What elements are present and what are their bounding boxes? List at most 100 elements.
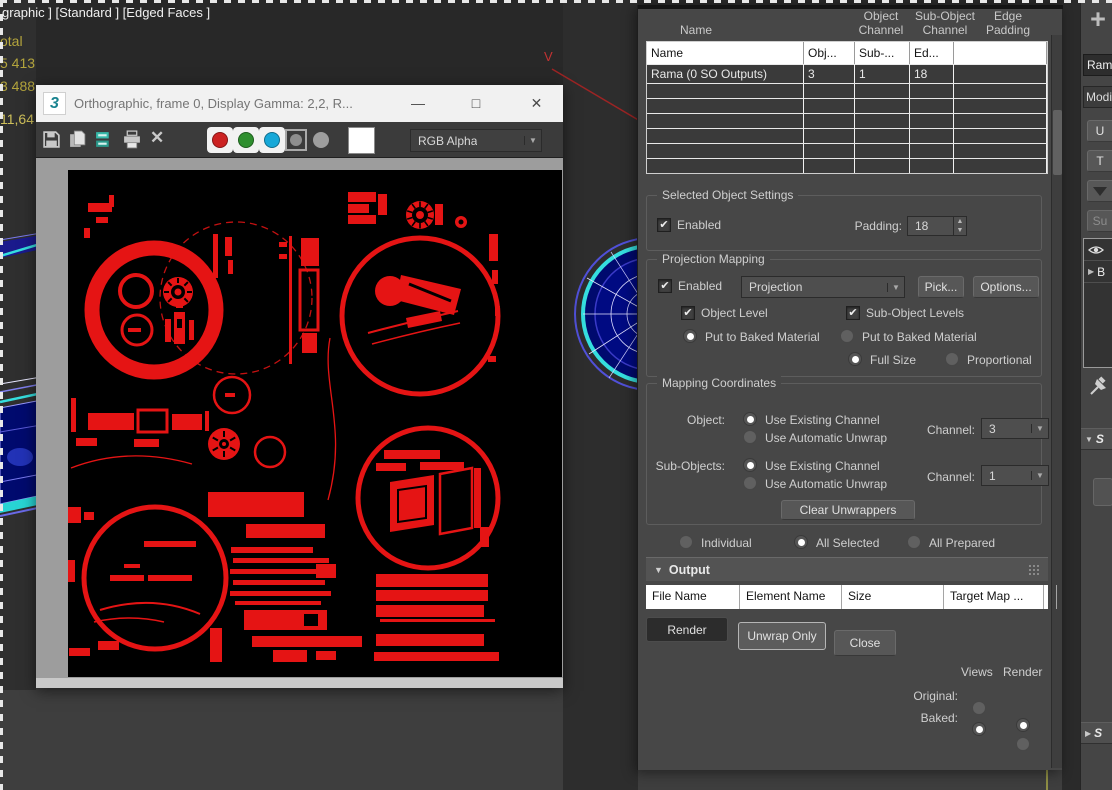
output-col-element-name[interactable]: Element Name xyxy=(740,585,842,609)
delete-icon[interactable]: ✕ xyxy=(150,128,164,148)
green-channel-toggle[interactable] xyxy=(233,127,259,153)
viewport-grid-line xyxy=(1046,770,1048,790)
output-table-header: File Name Element Name Size Target Map .… xyxy=(646,585,1057,609)
pin-stack-icon[interactable] xyxy=(1087,376,1109,403)
chevron-right-icon: ▶ xyxy=(1088,267,1095,276)
maximize-button[interactable]: □ xyxy=(456,85,496,122)
alpha-channel-toggle[interactable] xyxy=(285,129,307,151)
rollout-label: S xyxy=(1094,726,1103,740)
table-row-empty[interactable] xyxy=(647,143,1047,158)
unwrap-only-button[interactable]: Unwrap Only xyxy=(738,622,826,650)
modifier-list-dropdown[interactable]: Modif xyxy=(1083,86,1112,108)
table-header-name[interactable]: Name xyxy=(647,42,804,64)
channel-display-dropdown[interactable]: RGB Alpha ▼ xyxy=(410,129,542,152)
table-header-obj[interactable]: Obj... xyxy=(804,42,855,64)
table-header-sub[interactable]: Sub-... xyxy=(855,42,910,64)
clear-unwrappers-button[interactable]: Clear Unwrappers xyxy=(781,500,915,520)
object-name-field[interactable]: Rama xyxy=(1083,54,1112,76)
scrollbar-thumb[interactable] xyxy=(1053,110,1062,175)
render-column-label: Render xyxy=(1003,665,1043,679)
full-size-radio[interactable] xyxy=(848,352,862,366)
modifier-button-arrow[interactable] xyxy=(1087,180,1112,202)
minimize-button[interactable]: — xyxy=(398,85,438,122)
modifier-button-su[interactable]: Su xyxy=(1087,210,1112,232)
table-row-empty[interactable] xyxy=(647,83,1047,98)
window-title-bar[interactable]: 3 Orthographic, frame 0, Display Gamma: … xyxy=(36,85,563,122)
plus-icon[interactable]: + xyxy=(1086,6,1110,33)
viewport-active-border-top xyxy=(0,0,1112,3)
padding-value: 18 xyxy=(915,219,929,233)
views-baked-radio[interactable] xyxy=(972,722,986,736)
padding-spinner[interactable]: 18 ▲ ▼ xyxy=(907,216,967,236)
modifier-button-u[interactable]: U xyxy=(1087,120,1112,142)
output-col-file-name[interactable]: File Name xyxy=(646,585,740,609)
projection-modifier-dropdown[interactable]: Projection ▼ xyxy=(741,276,905,298)
save-icon[interactable] xyxy=(42,130,62,150)
modifier-button-t[interactable]: T xyxy=(1087,150,1112,172)
sub-use-automatic-radio[interactable] xyxy=(743,476,757,490)
render-to-texture-dialog: Name Object Channel Sub-Object Channel E… xyxy=(637,5,1063,770)
viewport-shading-label[interactable]: graphic ] [Standard ] [Edged Faces ] xyxy=(2,5,210,20)
views-original-radio[interactable] xyxy=(972,701,986,715)
stack-visibility-row[interactable] xyxy=(1084,239,1112,261)
render-original-radio[interactable] xyxy=(1016,737,1030,751)
render-button[interactable]: Render xyxy=(646,617,728,642)
object-level-checkbox[interactable] xyxy=(681,306,695,320)
uv-render-image[interactable] xyxy=(68,170,562,677)
all-selected-radio[interactable] xyxy=(794,535,808,549)
green-channel-icon xyxy=(238,132,254,148)
chevron-down-icon: ▼ xyxy=(524,136,541,145)
sub-use-existing-radio[interactable] xyxy=(743,458,757,472)
table-row[interactable]: Rama (0 SO Outputs) 3 1 18 xyxy=(647,64,1047,83)
dialog-scrollbar[interactable] xyxy=(1051,35,1062,768)
viewport-stat-1: 5 413 xyxy=(0,55,36,71)
rollout-closed-s[interactable]: ▶ S xyxy=(1081,722,1112,744)
output-col-target-map[interactable]: Target Map ... xyxy=(944,585,1044,609)
background-color-swatch[interactable] xyxy=(348,127,375,154)
clone-icon[interactable] xyxy=(94,130,114,150)
put-to-baked-sub-label: Put to Baked Material xyxy=(862,330,977,344)
object-channel-dropdown[interactable]: 3 ▼ xyxy=(981,418,1049,439)
projection-enabled-checkbox[interactable] xyxy=(658,279,672,293)
table-row-empty[interactable] xyxy=(647,158,1047,173)
sub-channel-value: 1 xyxy=(989,468,996,483)
rollout-open-s[interactable]: ▼ S xyxy=(1081,428,1112,450)
put-to-baked-object-label: Put to Baked Material xyxy=(705,330,820,344)
sub-channel-dropdown[interactable]: 1 ▼ xyxy=(981,465,1049,486)
options-button[interactable]: Options... xyxy=(973,276,1039,298)
blue-channel-icon xyxy=(264,132,280,148)
individual-radio[interactable] xyxy=(679,535,693,549)
object-use-existing-label: Use Existing Channel xyxy=(765,413,880,427)
object-channel-label: Channel: xyxy=(926,423,975,437)
individual-label: Individual xyxy=(701,536,752,550)
all-prepared-radio[interactable] xyxy=(907,535,921,549)
close-button[interactable]: ✕ xyxy=(514,85,559,122)
chevron-down-icon: ▼ xyxy=(1085,434,1093,444)
wireframe-object-right[interactable] xyxy=(563,218,637,413)
enabled-checkbox[interactable] xyxy=(657,218,671,232)
object-use-automatic-radio[interactable] xyxy=(743,430,757,444)
sub-object-levels-checkbox[interactable] xyxy=(846,306,860,320)
table-row-empty[interactable] xyxy=(647,128,1047,143)
put-to-baked-sub-radio[interactable] xyxy=(840,329,854,343)
red-channel-toggle[interactable] xyxy=(207,127,233,153)
print-icon[interactable] xyxy=(122,130,142,150)
output-col-size[interactable]: Size xyxy=(842,585,944,609)
proportional-radio[interactable] xyxy=(945,352,959,366)
spinner-arrows-icon[interactable]: ▲ ▼ xyxy=(953,217,966,235)
output-rollout[interactable]: ▼ Output xyxy=(646,557,1048,581)
put-to-baked-object-radio[interactable] xyxy=(683,329,697,343)
stack-item-row[interactable]: ▶ B xyxy=(1084,261,1112,283)
table-row-empty[interactable] xyxy=(647,98,1047,113)
copy-icon[interactable] xyxy=(68,130,88,150)
close-dialog-button[interactable]: Close xyxy=(834,630,896,656)
eye-icon xyxy=(1088,245,1104,254)
render-baked-radio[interactable] xyxy=(1016,718,1030,732)
table-row-empty[interactable] xyxy=(647,113,1047,128)
pick-button[interactable]: Pick... xyxy=(918,276,964,298)
monochrome-toggle[interactable] xyxy=(313,132,329,148)
panel-mini-button[interactable] xyxy=(1093,478,1112,506)
table-header-edge[interactable]: Ed... xyxy=(910,42,954,64)
blue-channel-toggle[interactable] xyxy=(259,127,285,153)
object-use-existing-radio[interactable] xyxy=(743,412,757,426)
